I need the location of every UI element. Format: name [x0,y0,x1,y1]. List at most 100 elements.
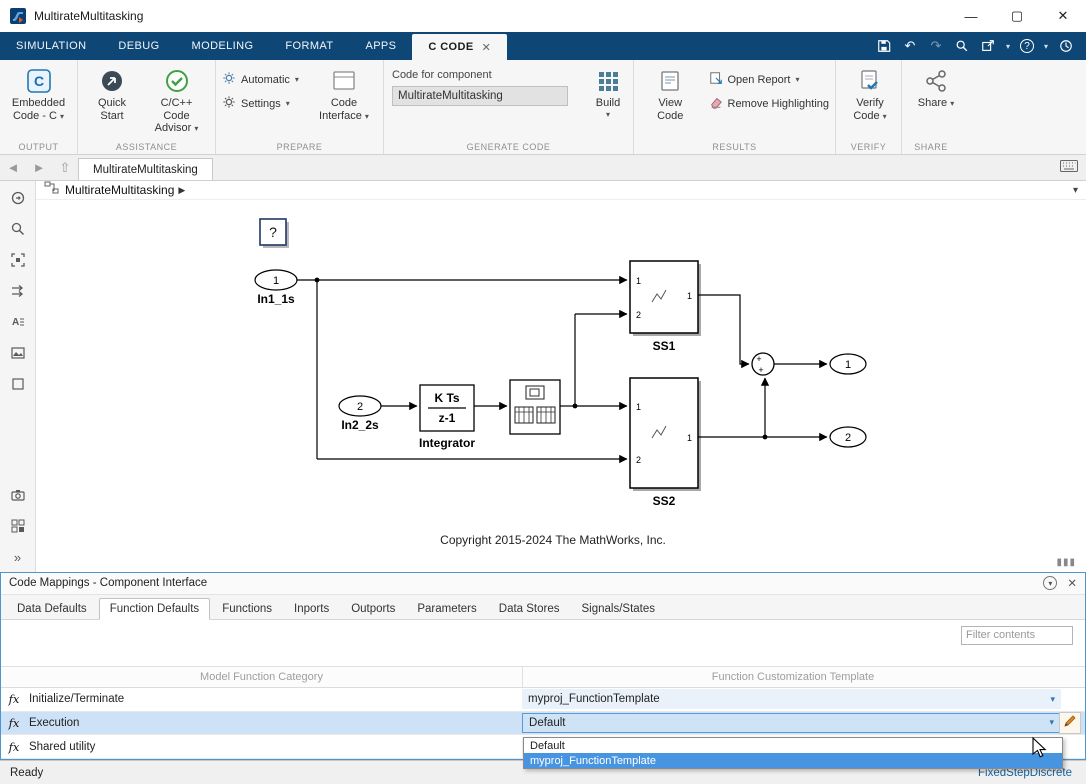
verify-code-button[interactable]: Verify Code ▾ [842,65,898,124]
maximize-icon[interactable]: ▢ [994,0,1040,32]
build-icon [596,67,620,95]
zoom-icon[interactable] [9,220,27,238]
chevron-down-icon: ▾ [1050,717,1055,728]
code-advisor-button[interactable]: C/C++ Code Advisor ▾ [144,65,209,137]
outport-out1[interactable]: 1 [830,354,866,374]
tab-close-icon[interactable]: ✕ [482,41,492,54]
save-icon[interactable] [876,38,892,54]
embedded-code-button[interactable]: C Embedded Code - C ▾ [6,65,71,124]
collapse-panel-icon[interactable]: ▾ [1043,576,1057,590]
integrator-block[interactable]: K Ts z-1 Integrator [419,385,475,450]
share-label: Share [918,97,947,109]
settings-button[interactable]: Settings ▾ [222,95,299,112]
open-report-label: Open Report [728,74,791,86]
sync-icon[interactable] [1058,38,1074,54]
more-icon[interactable]: » [9,548,27,566]
close-panel-icon[interactable]: ✕ [1067,576,1077,590]
model-canvas[interactable]: ? 1 In1_1s 2 In2_2s [36,200,1086,572]
panel-tabs: Data Defaults Function Defaults Function… [1,595,1085,621]
close-icon[interactable]: ✕ [1040,0,1086,32]
component-name-input[interactable] [392,86,568,106]
outport-out2[interactable]: 2 [830,427,866,447]
simulink-logo-icon [10,8,26,24]
tab-c-code[interactable]: C CODE ✕ [412,34,507,60]
minimize-icon[interactable]: — [948,0,994,32]
chevron-down-icon[interactable]: ▾ [1006,42,1010,51]
tab-apps[interactable]: APPS [349,32,412,60]
code-interface-label: Code Interface [319,97,362,122]
port-number: 2 [636,310,641,320]
quick-start-button[interactable]: Quick Start [84,65,140,124]
image-icon[interactable] [9,344,27,362]
table-header: Model Function Category Function Customi… [1,666,1085,688]
code-interface-button[interactable]: Code Interface ▾ [311,65,377,124]
settings-gear-icon [222,95,236,112]
table-row-execution[interactable]: fx Execution Default ▾ [1,712,1085,736]
tab-debug[interactable]: DEBUG [102,32,175,60]
section-label-prepare: PREPARE [216,142,383,152]
chevron-down-icon[interactable]: ▾ [1044,42,1048,51]
subsystem-ss1[interactable]: 1 2 1 SS1 [630,261,701,353]
back-icon[interactable]: ◄ [0,155,26,180]
undo-icon[interactable]: ↶ [902,38,918,54]
port-number: 2 [636,455,641,465]
document-tab[interactable]: MultirateMultitasking [78,158,213,180]
dropdown-option-default[interactable]: Default [524,738,1062,753]
viewmarks-icon[interactable] [9,517,27,535]
port-number: 1 [636,276,641,286]
breadcrumb-dropdown-icon[interactable]: ▾ [1073,185,1078,196]
port-number: 1 [636,402,641,412]
inport-in2[interactable]: 2 In2_2s [339,396,381,432]
redo-icon[interactable]: ↷ [928,38,944,54]
build-button[interactable]: Build ▾ [580,65,636,121]
forward-icon[interactable]: ► [26,155,52,180]
tab-functions[interactable]: Functions [212,599,282,619]
search-icon[interactable] [954,38,970,54]
view-code-button[interactable]: View Code [640,65,701,124]
camera-icon[interactable] [9,486,27,504]
tab-format[interactable]: FORMAT [269,32,349,60]
canvas-container: MultirateMultitasking ▶ ▾ ? [36,181,1086,572]
fit-to-view-icon[interactable] [9,251,27,269]
rate-transition-block[interactable] [510,380,560,434]
tab-modeling[interactable]: MODELING [176,32,270,60]
chevron-down-icon: ▾ [883,112,887,121]
share-button[interactable]: Share ▾ [908,65,964,112]
mouse-cursor [1032,737,1048,764]
automatic-button[interactable]: Automatic ▾ [222,71,299,88]
table-row-initialize-terminate[interactable]: fx Initialize/Terminate myproj_FunctionT… [1,688,1085,712]
tab-data-defaults[interactable]: Data Defaults [7,599,97,619]
sum-block[interactable]: + + [752,353,774,375]
tab-data-stores[interactable]: Data Stores [489,599,570,619]
question-block[interactable]: ? [260,219,289,248]
tab-function-defaults[interactable]: Function Defaults [99,598,211,620]
open-report-button[interactable]: Open Report ▾ [709,71,830,88]
tab-inports[interactable]: Inports [284,599,339,619]
up-icon[interactable]: ⇧ [52,155,78,180]
breadcrumb-model-name[interactable]: MultirateMultitasking [65,183,174,197]
template-combobox-open[interactable]: Default ▾ [522,713,1061,733]
ribbon: C Embedded Code - C ▾ OUTPUT Quick Start… [0,60,1086,155]
keyboard-icon[interactable] [1060,159,1078,177]
route-icon[interactable] [9,282,27,300]
remove-highlighting-button[interactable]: Remove Highlighting [709,95,830,112]
annotation-icon[interactable]: A [9,313,27,331]
subsystem-ss2[interactable]: 1 2 1 SS2 [630,378,701,508]
tab-simulation[interactable]: SIMULATION [0,32,102,60]
filter-contents-input[interactable] [961,626,1073,645]
dock-bars-icon[interactable]: ▮▮▮ [1056,557,1076,568]
edit-template-button[interactable] [1059,712,1081,734]
explorer-toggle-icon[interactable] [9,189,27,207]
area-icon[interactable] [9,375,27,393]
dropdown-option-myproj[interactable]: myproj_FunctionTemplate [524,753,1062,768]
tab-signals-states[interactable]: Signals/States [572,599,666,619]
inport-in1[interactable]: 1 In1_1s [255,270,297,306]
help-icon[interactable]: ? [1020,39,1034,53]
filter-row [1,620,1085,650]
section-label-verify: VERIFY [836,142,901,152]
run-export-icon[interactable] [980,38,996,54]
tab-outports[interactable]: Outports [341,599,405,619]
template-combobox[interactable]: myproj_FunctionTemplate ▾ [522,689,1061,709]
tab-parameters[interactable]: Parameters [407,599,486,619]
svg-text:C: C [33,73,43,89]
